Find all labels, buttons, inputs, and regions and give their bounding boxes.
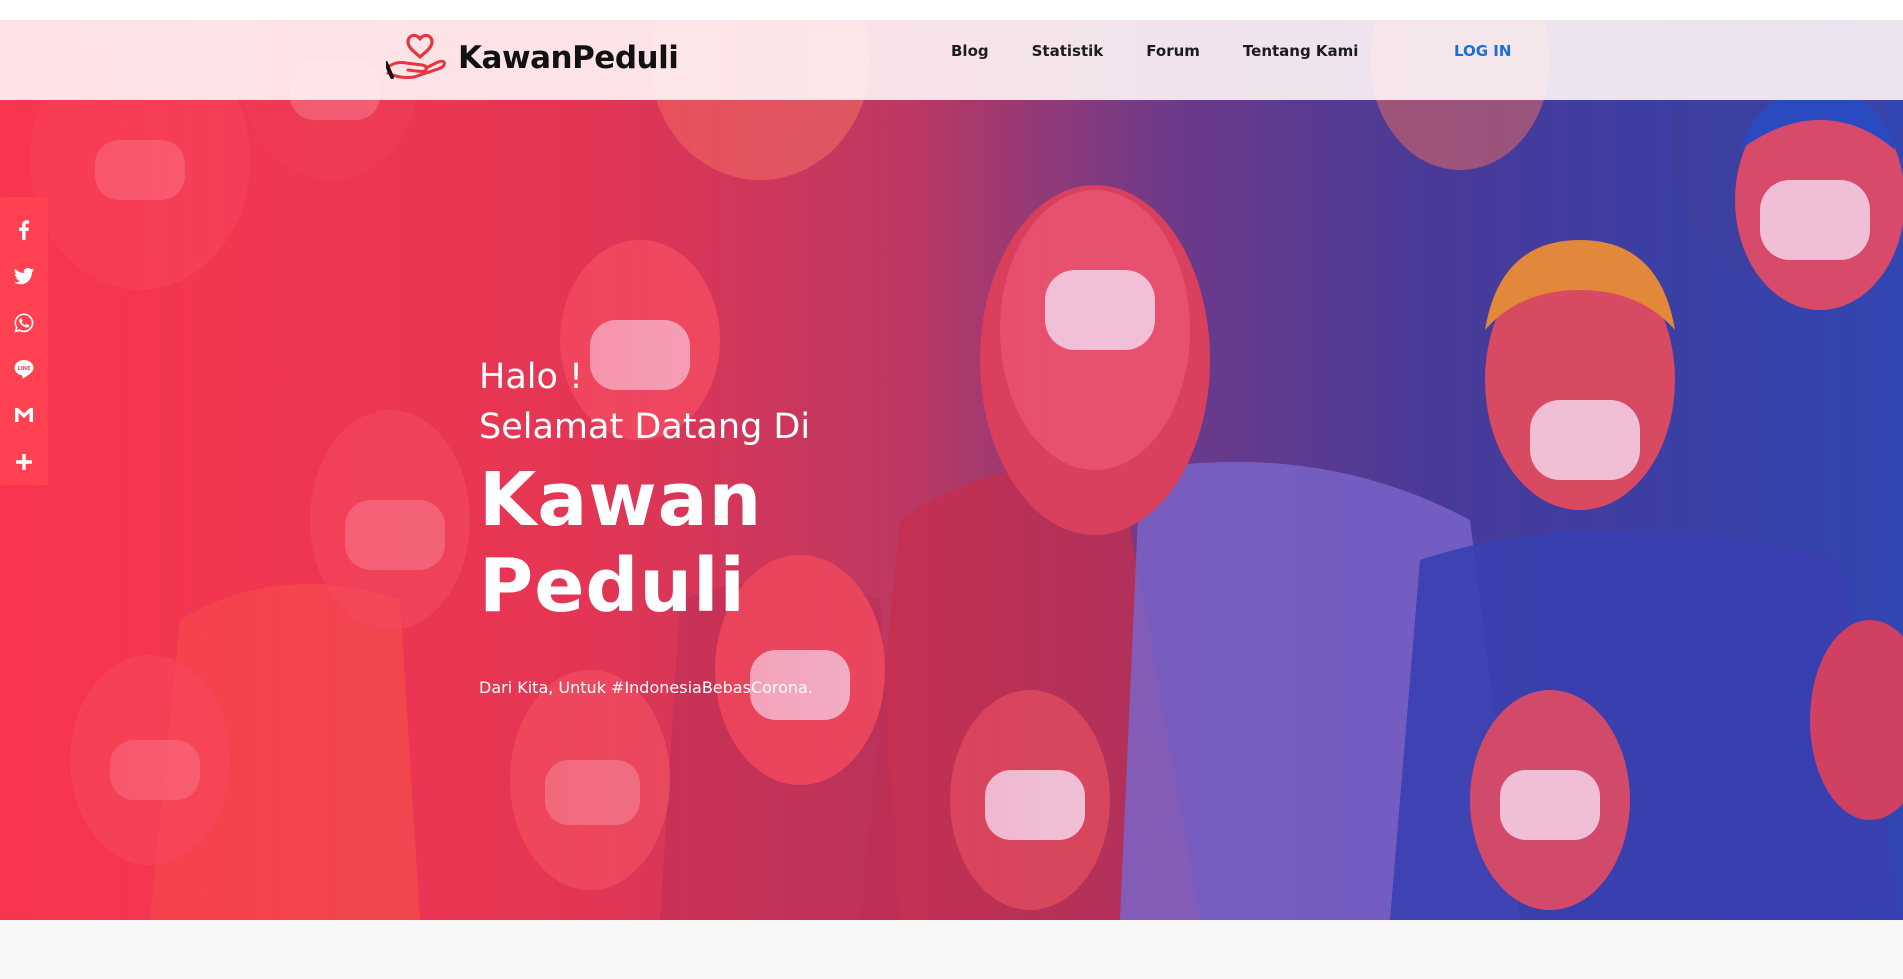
top-strip <box>0 0 1903 20</box>
below-hero-section <box>0 920 1903 979</box>
svg-text:LINE: LINE <box>17 366 31 372</box>
whatsapp-share-button[interactable] <box>0 300 48 346</box>
twitter-icon <box>14 268 34 285</box>
nav-tentang-kami[interactable]: Tentang Kami <box>1243 42 1359 60</box>
nav-statistik[interactable]: Statistik <box>1032 42 1104 60</box>
facebook-share-button[interactable] <box>0 207 48 253</box>
gmail-share-button[interactable] <box>0 392 48 438</box>
navbar: KawanPeduli Blog Statistik Forum Tentang… <box>0 20 1903 100</box>
main-nav: Blog Statistik Forum Tentang Kami <box>951 42 1401 60</box>
hero-section: Halo ! Selamat Datang Di Kawan Peduli Da… <box>0 0 1903 920</box>
login-link[interactable]: LOG IN <box>1454 42 1511 60</box>
hero-title-line-2: Peduli <box>479 543 746 629</box>
hero-title-line-1: Kawan <box>479 457 763 543</box>
whatsapp-icon <box>14 313 34 333</box>
greeting-line-2: Selamat Datang Di <box>479 407 811 447</box>
brand-home-link[interactable]: KawanPeduli <box>386 30 679 86</box>
twitter-share-button[interactable] <box>0 253 48 299</box>
line-icon: LINE <box>14 360 34 379</box>
line-share-button[interactable]: LINE <box>0 346 48 392</box>
nav-forum[interactable]: Forum <box>1146 42 1200 60</box>
nav-blog[interactable]: Blog <box>951 42 989 60</box>
brand-name: KawanPeduli <box>458 40 679 76</box>
hero-text-block: Halo ! Selamat Datang Di Kawan Peduli Da… <box>479 352 1179 697</box>
more-share-button[interactable] <box>0 439 48 485</box>
hero-tagline: Dari Kita, Untuk #IndonesiaBebasCorona. <box>479 678 813 697</box>
plus-icon <box>16 453 32 470</box>
greeting-line-1: Halo ! <box>479 357 584 397</box>
heart-hand-logo-icon <box>386 33 446 79</box>
social-share-bar: LINE <box>0 197 48 485</box>
facebook-icon <box>19 220 30 241</box>
gmail-icon <box>15 408 33 423</box>
